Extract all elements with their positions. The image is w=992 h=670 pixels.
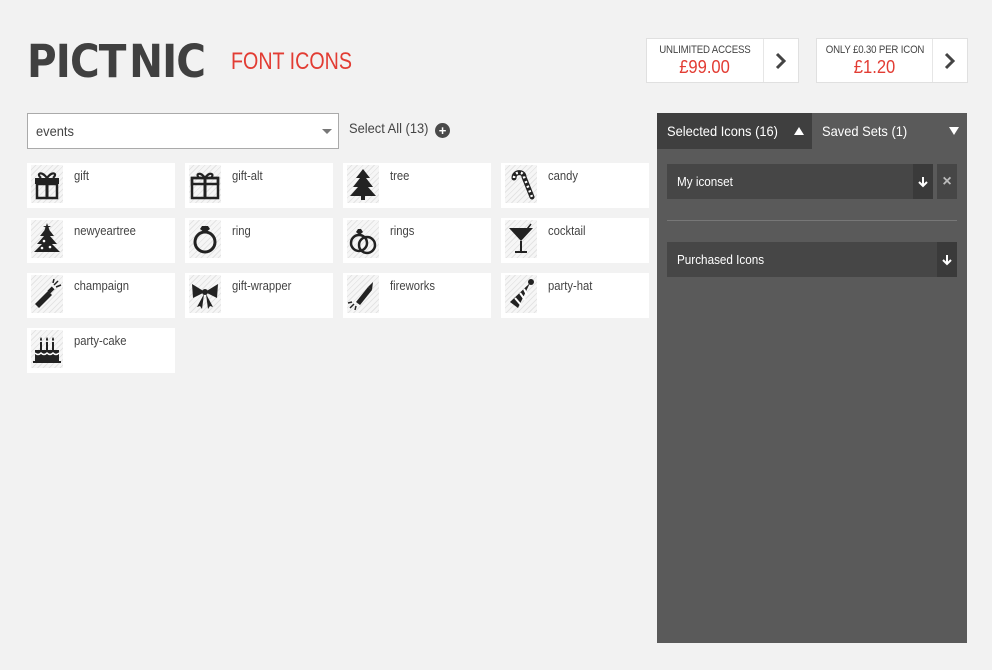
icon-name: gift-wrapper xyxy=(232,279,292,293)
purchased-icons-label: Purchased Icons xyxy=(677,252,765,267)
saved-set-my-iconset[interactable]: My iconset xyxy=(667,164,913,199)
arrow-down-icon xyxy=(918,176,928,187)
category-select-value: events xyxy=(36,123,74,139)
saved-set-row: My iconset × xyxy=(667,164,957,199)
triangle-down-icon xyxy=(949,127,959,135)
icon-card-gift-alt[interactable]: gift-alt xyxy=(185,163,333,208)
download-purchased-button[interactable] xyxy=(937,242,957,277)
per-icon-label: ONLY £0.30 PER ICON xyxy=(825,43,924,56)
icon-name: gift xyxy=(74,169,90,183)
tab-saved-sets[interactable]: Saved Sets (1) xyxy=(812,113,967,149)
icon-card-newyeartree[interactable]: newyeartree xyxy=(27,218,175,263)
icon-name: champaign xyxy=(74,279,130,293)
per-icon-button[interactable]: ONLY £0.30 PER ICON £1.20 xyxy=(816,38,968,83)
champaign-icon xyxy=(31,275,63,313)
purchased-row: Purchased Icons xyxy=(667,242,957,277)
icon-name: newyeartree xyxy=(74,224,136,238)
cocktail-icon xyxy=(505,220,537,258)
icon-name: cocktail xyxy=(548,224,586,238)
icon-card-champaign[interactable]: champaign xyxy=(27,273,175,318)
pictonic-logo[interactable]: PICT NIC FONT ICONS xyxy=(27,35,379,88)
close-icon: × xyxy=(942,172,952,190)
delete-set-button[interactable]: × xyxy=(937,164,957,199)
unlimited-access-label: UNLIMITED ACCESS xyxy=(659,43,751,56)
icon-name: party-cake xyxy=(74,334,127,348)
icon-card-gift-wrapper[interactable]: gift-wrapper xyxy=(185,273,333,318)
logo-wordmark-right: NIC xyxy=(129,35,206,88)
icon-card-candy[interactable]: candy xyxy=(501,163,649,208)
plus-icon: + xyxy=(435,123,450,138)
purchased-icons-item[interactable]: Purchased Icons xyxy=(667,242,937,277)
tree-icon xyxy=(347,165,379,203)
party-hat-icon xyxy=(505,275,537,313)
icon-card-fireworks[interactable]: fireworks xyxy=(343,273,491,318)
chevron-down-icon xyxy=(322,128,332,134)
icon-name: ring xyxy=(232,224,251,238)
icon-name: rings xyxy=(390,224,415,238)
icon-card-cocktail[interactable]: cocktail xyxy=(501,218,649,263)
icon-card-gift[interactable]: gift xyxy=(27,163,175,208)
fireworks-icon xyxy=(347,275,379,313)
panel-tabs: Selected Icons (16) Saved Sets (1) xyxy=(657,113,967,149)
panel-divider xyxy=(667,220,957,221)
tab-selected-icons-label: Selected Icons (16) xyxy=(667,123,778,139)
candy-icon xyxy=(505,165,537,203)
icon-name: tree xyxy=(390,169,410,183)
icon-name: candy xyxy=(548,169,579,183)
icon-card-party-hat[interactable]: party-hat xyxy=(501,273,649,318)
gift-icon xyxy=(31,165,63,203)
party-cake-icon xyxy=(31,330,63,368)
download-set-button[interactable] xyxy=(913,164,933,199)
chevron-right-icon xyxy=(763,39,798,82)
triangle-up-icon xyxy=(794,127,804,135)
per-icon-price: £1.20 xyxy=(853,56,896,77)
gift-alt-icon xyxy=(189,165,221,203)
icon-card-tree[interactable]: tree xyxy=(343,163,491,208)
icon-name: party-hat xyxy=(548,279,593,293)
unlimited-access-price: £99.00 xyxy=(679,56,731,77)
unlimited-access-button[interactable]: UNLIMITED ACCESS £99.00 xyxy=(646,38,799,83)
selection-panel: Selected Icons (16) Saved Sets (1) My ic… xyxy=(657,113,967,643)
saved-set-label: My iconset xyxy=(677,174,733,189)
logo-subtitle: FONT ICONS xyxy=(231,48,353,75)
chevron-right-icon xyxy=(932,39,967,82)
ring-icon xyxy=(189,220,221,258)
tab-selected-icons[interactable]: Selected Icons (16) xyxy=(657,113,812,149)
icon-card-party-cake[interactable]: party-cake xyxy=(27,328,175,373)
logo-wordmark-left: PICT xyxy=(27,35,126,88)
category-select[interactable]: events xyxy=(27,113,339,149)
select-all-button[interactable]: Select All (13) + xyxy=(349,120,450,138)
arrow-down-icon xyxy=(942,254,952,265)
rings-icon xyxy=(347,220,379,258)
icon-name: fireworks xyxy=(390,279,436,293)
icon-card-ring[interactable]: ring xyxy=(185,218,333,263)
icon-card-rings[interactable]: rings xyxy=(343,218,491,263)
newyeartree-icon xyxy=(31,220,63,258)
logo-wordmark: PICT NIC xyxy=(27,35,206,88)
gift-wrapper-icon xyxy=(189,275,221,313)
select-all-label: Select All (13) xyxy=(349,120,429,136)
icon-name: gift-alt xyxy=(232,169,263,183)
tab-saved-sets-label: Saved Sets (1) xyxy=(822,123,908,139)
